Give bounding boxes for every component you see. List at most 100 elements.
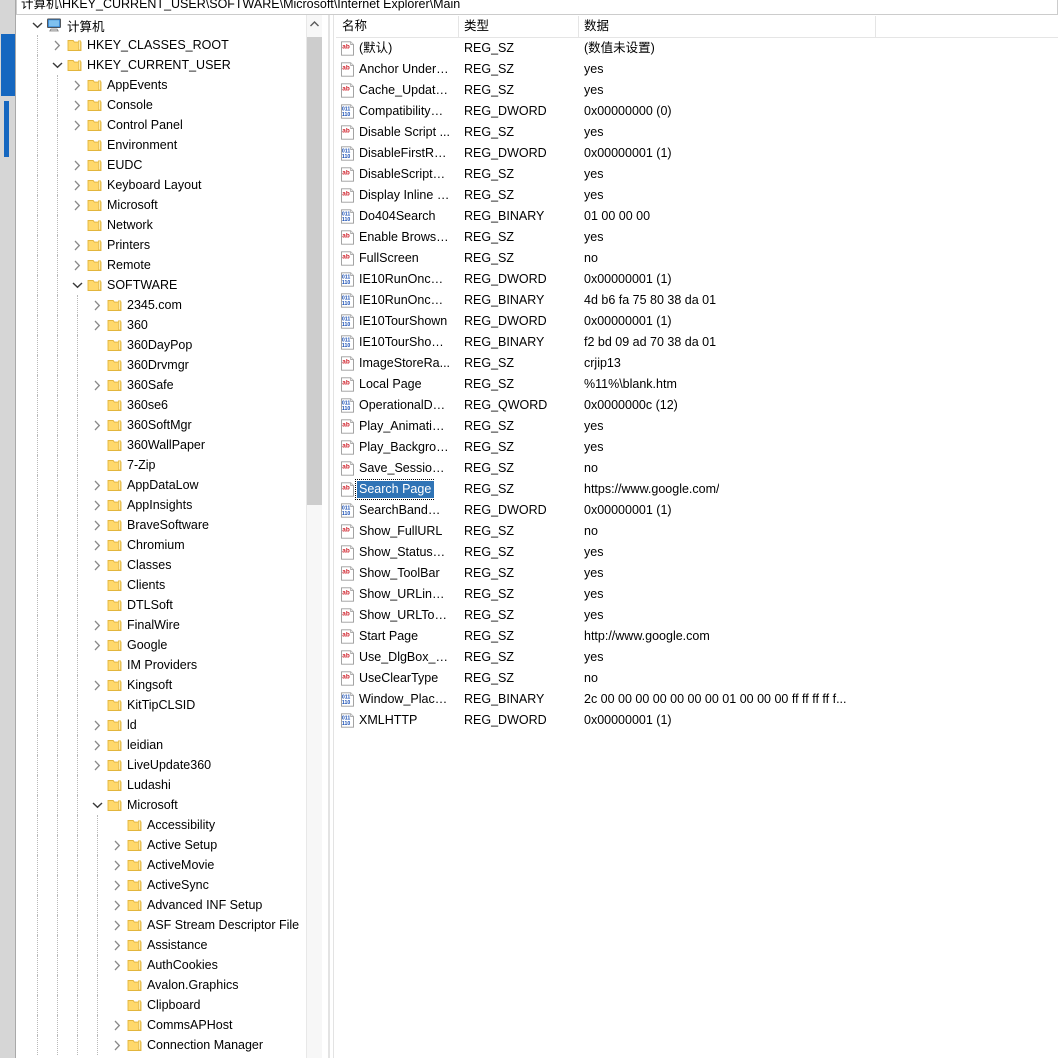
tree-node[interactable]: Clients [17, 575, 320, 595]
tree-node[interactable]: 360Safe [17, 375, 320, 395]
tree-node[interactable]: 360se6 [17, 395, 320, 415]
pane-divider[interactable] [328, 15, 330, 1058]
chevron-down-icon[interactable] [89, 797, 105, 813]
chevron-right-icon[interactable] [109, 897, 125, 913]
value-name-cell[interactable]: ab Save_Session_... [340, 458, 453, 479]
values-row[interactable]: ab UseClearType REG_SZ no [336, 668, 1058, 689]
values-row[interactable]: ab Show_URLinSta... REG_SZ yes [336, 584, 1058, 605]
values-row[interactable]: ab Use_DlgBox_C... REG_SZ yes [336, 647, 1058, 668]
tree-node[interactable]: 360Drvmgr [17, 355, 320, 375]
values-row[interactable]: 011 110 IE10RunOnceL... REG_BINARY 4d b6 fa … [336, 290, 1058, 311]
tree-node[interactable]: FinalWire [17, 615, 320, 635]
tree-node[interactable]: 计算机 [17, 15, 320, 35]
column-header-name[interactable]: 名称 [336, 15, 367, 38]
value-name-cell[interactable]: 011 110 Window_Place... [340, 689, 453, 710]
tree-vertical-scrollbar[interactable] [306, 15, 322, 1058]
values-row[interactable]: ab Save_Session_... REG_SZ no [336, 458, 1058, 479]
tree-node[interactable]: ActiveMovie [17, 855, 320, 875]
chevron-right-icon[interactable] [109, 937, 125, 953]
chevron-right-icon[interactable] [89, 517, 105, 533]
values-row[interactable]: 011 110 OperationalData REG_QWORD 0x0000000c… [336, 395, 1058, 416]
chevron-right-icon[interactable] [69, 257, 85, 273]
tree-node[interactable]: CommsAPHost [17, 1015, 320, 1035]
tree-node[interactable]: HKEY_CLASSES_ROOT [17, 35, 320, 55]
tree-node[interactable]: KitTipCLSID [17, 695, 320, 715]
values-row[interactable]: ab Cache_Update... REG_SZ yes [336, 80, 1058, 101]
value-name-cell[interactable]: ab Disable Script ... [340, 122, 453, 143]
tree-node[interactable]: Control Panel [17, 115, 320, 135]
chevron-right-icon[interactable] [89, 677, 105, 693]
column-header-data[interactable]: 数据 [578, 15, 609, 38]
value-name-cell[interactable]: 011 110 IE10TourShow... [340, 332, 453, 353]
tree-node[interactable]: DTLSoft [17, 595, 320, 615]
value-name-cell[interactable]: ab DisableScriptD... [340, 164, 453, 185]
tree-node[interactable]: LiveUpdate360 [17, 755, 320, 775]
chevron-right-icon[interactable] [89, 757, 105, 773]
values-row[interactable]: ab Show_ToolBar REG_SZ yes [336, 563, 1058, 584]
tree-node[interactable]: 360WallPaper [17, 435, 320, 455]
values-row[interactable]: ab Enable Browse... REG_SZ yes [336, 227, 1058, 248]
value-name-cell[interactable]: ab Use_DlgBox_C... [340, 647, 453, 668]
value-name-cell[interactable]: ab Play_Animations [340, 416, 453, 437]
chevron-down-icon[interactable] [69, 277, 85, 293]
tree-node[interactable]: Classes [17, 555, 320, 575]
values-row[interactable]: ab Display Inline I... REG_SZ yes [336, 185, 1058, 206]
values-row[interactable]: ab Show_StatusBar REG_SZ yes [336, 542, 1058, 563]
values-row[interactable]: ab Play_Animations REG_SZ yes [336, 416, 1058, 437]
values-row[interactable]: ab Show_URLTool... REG_SZ yes [336, 605, 1058, 626]
value-name-cell[interactable]: 011 110 IE10TourShown [340, 311, 450, 332]
chevron-right-icon[interactable] [109, 837, 125, 853]
tree-node[interactable]: Active Setup [17, 835, 320, 855]
tree-node[interactable]: HKEY_CURRENT_USER [17, 55, 320, 75]
chevron-right-icon[interactable] [69, 77, 85, 93]
chevron-right-icon[interactable] [89, 497, 105, 513]
value-name-cell[interactable]: 011 110 IE10RunOnceL... [340, 269, 453, 290]
tree-node[interactable]: Microsoft [17, 795, 320, 815]
tree-node[interactable]: Accessibility [17, 815, 320, 835]
chevron-down-icon[interactable] [49, 57, 65, 73]
values-row[interactable]: 011 110 SearchBandMi... REG_DWORD 0x00000001… [336, 500, 1058, 521]
values-row[interactable]: ab Start Page REG_SZ http://www.google.com [336, 626, 1058, 647]
chevron-right-icon[interactable] [69, 237, 85, 253]
values-row[interactable]: ab (默认) REG_SZ (数值未设置) [336, 38, 1058, 59]
tree-node[interactable]: 360DayPop [17, 335, 320, 355]
values-row[interactable]: ab Local Page REG_SZ %11%\blank.htm [336, 374, 1058, 395]
tree-node[interactable]: Advanced INF Setup [17, 895, 320, 915]
tree-node[interactable]: Keyboard Layout [17, 175, 320, 195]
values-row[interactable]: ab Show_FullURL REG_SZ no [336, 521, 1058, 542]
value-name-cell[interactable]: ab Show_URLTool... [340, 605, 453, 626]
chevron-right-icon[interactable] [89, 297, 105, 313]
chevron-right-icon[interactable] [69, 117, 85, 133]
tree-node[interactable]: 2345.com [17, 295, 320, 315]
chevron-right-icon[interactable] [109, 857, 125, 873]
value-name-cell[interactable]: ab UseClearType [340, 668, 441, 689]
values-row[interactable]: 011 110 Window_Place... REG_BINARY 2c 00 00 … [336, 689, 1058, 710]
values-row[interactable]: ab Play_Backgrou... REG_SZ yes [336, 437, 1058, 458]
registry-key-tree[interactable]: 计算机 HKEY_CLASSES_ROOT HKEY_CURRENT_USER App… [17, 15, 320, 1058]
chevron-right-icon[interactable] [49, 37, 65, 53]
tree-node[interactable]: Console [17, 95, 320, 115]
chevron-right-icon[interactable] [109, 1037, 125, 1053]
registry-values-list[interactable]: 名称 类型 数据 ab (默认) REG_SZ (数值未设置) ab Anchor Under… [336, 15, 1058, 1058]
value-name-cell[interactable]: 011 110 Do404Search [340, 206, 438, 227]
tree-node[interactable]: 360SoftMgr [17, 415, 320, 435]
value-name-cell[interactable]: ab Play_Backgrou... [340, 437, 453, 458]
tree-node[interactable]: AuthCookies [17, 955, 320, 975]
values-row[interactable]: 011 110 IE10RunOnceL... REG_DWORD 0x00000001… [336, 269, 1058, 290]
chevron-right-icon[interactable] [89, 477, 105, 493]
column-header-type[interactable]: 类型 [458, 15, 489, 38]
values-row[interactable]: ab FullScreen REG_SZ no [336, 248, 1058, 269]
value-name-cell[interactable]: ab Show_FullURL [340, 521, 445, 542]
value-name-cell[interactable]: ab Show_URLinSta... [340, 584, 453, 605]
values-row[interactable]: 011 110 DisableFirstRu... REG_DWORD 0x000000… [336, 143, 1058, 164]
tree-node[interactable]: ActiveSync [17, 875, 320, 895]
tree-node[interactable]: BraveSoftware [17, 515, 320, 535]
tree-node[interactable]: Remote [17, 255, 320, 275]
window-vertical-scrollbar[interactable] [0, 0, 16, 1058]
values-row[interactable]: 011 110 CompatibilityFl... REG_DWORD 0x00000… [336, 101, 1058, 122]
values-row[interactable]: 011 110 IE10TourShow... REG_BINARY f2 bd 09 … [336, 332, 1058, 353]
column-resize-handle[interactable] [578, 16, 579, 37]
chevron-right-icon[interactable] [109, 957, 125, 973]
chevron-right-icon[interactable] [109, 917, 125, 933]
tree-node[interactable]: Assistance [17, 935, 320, 955]
